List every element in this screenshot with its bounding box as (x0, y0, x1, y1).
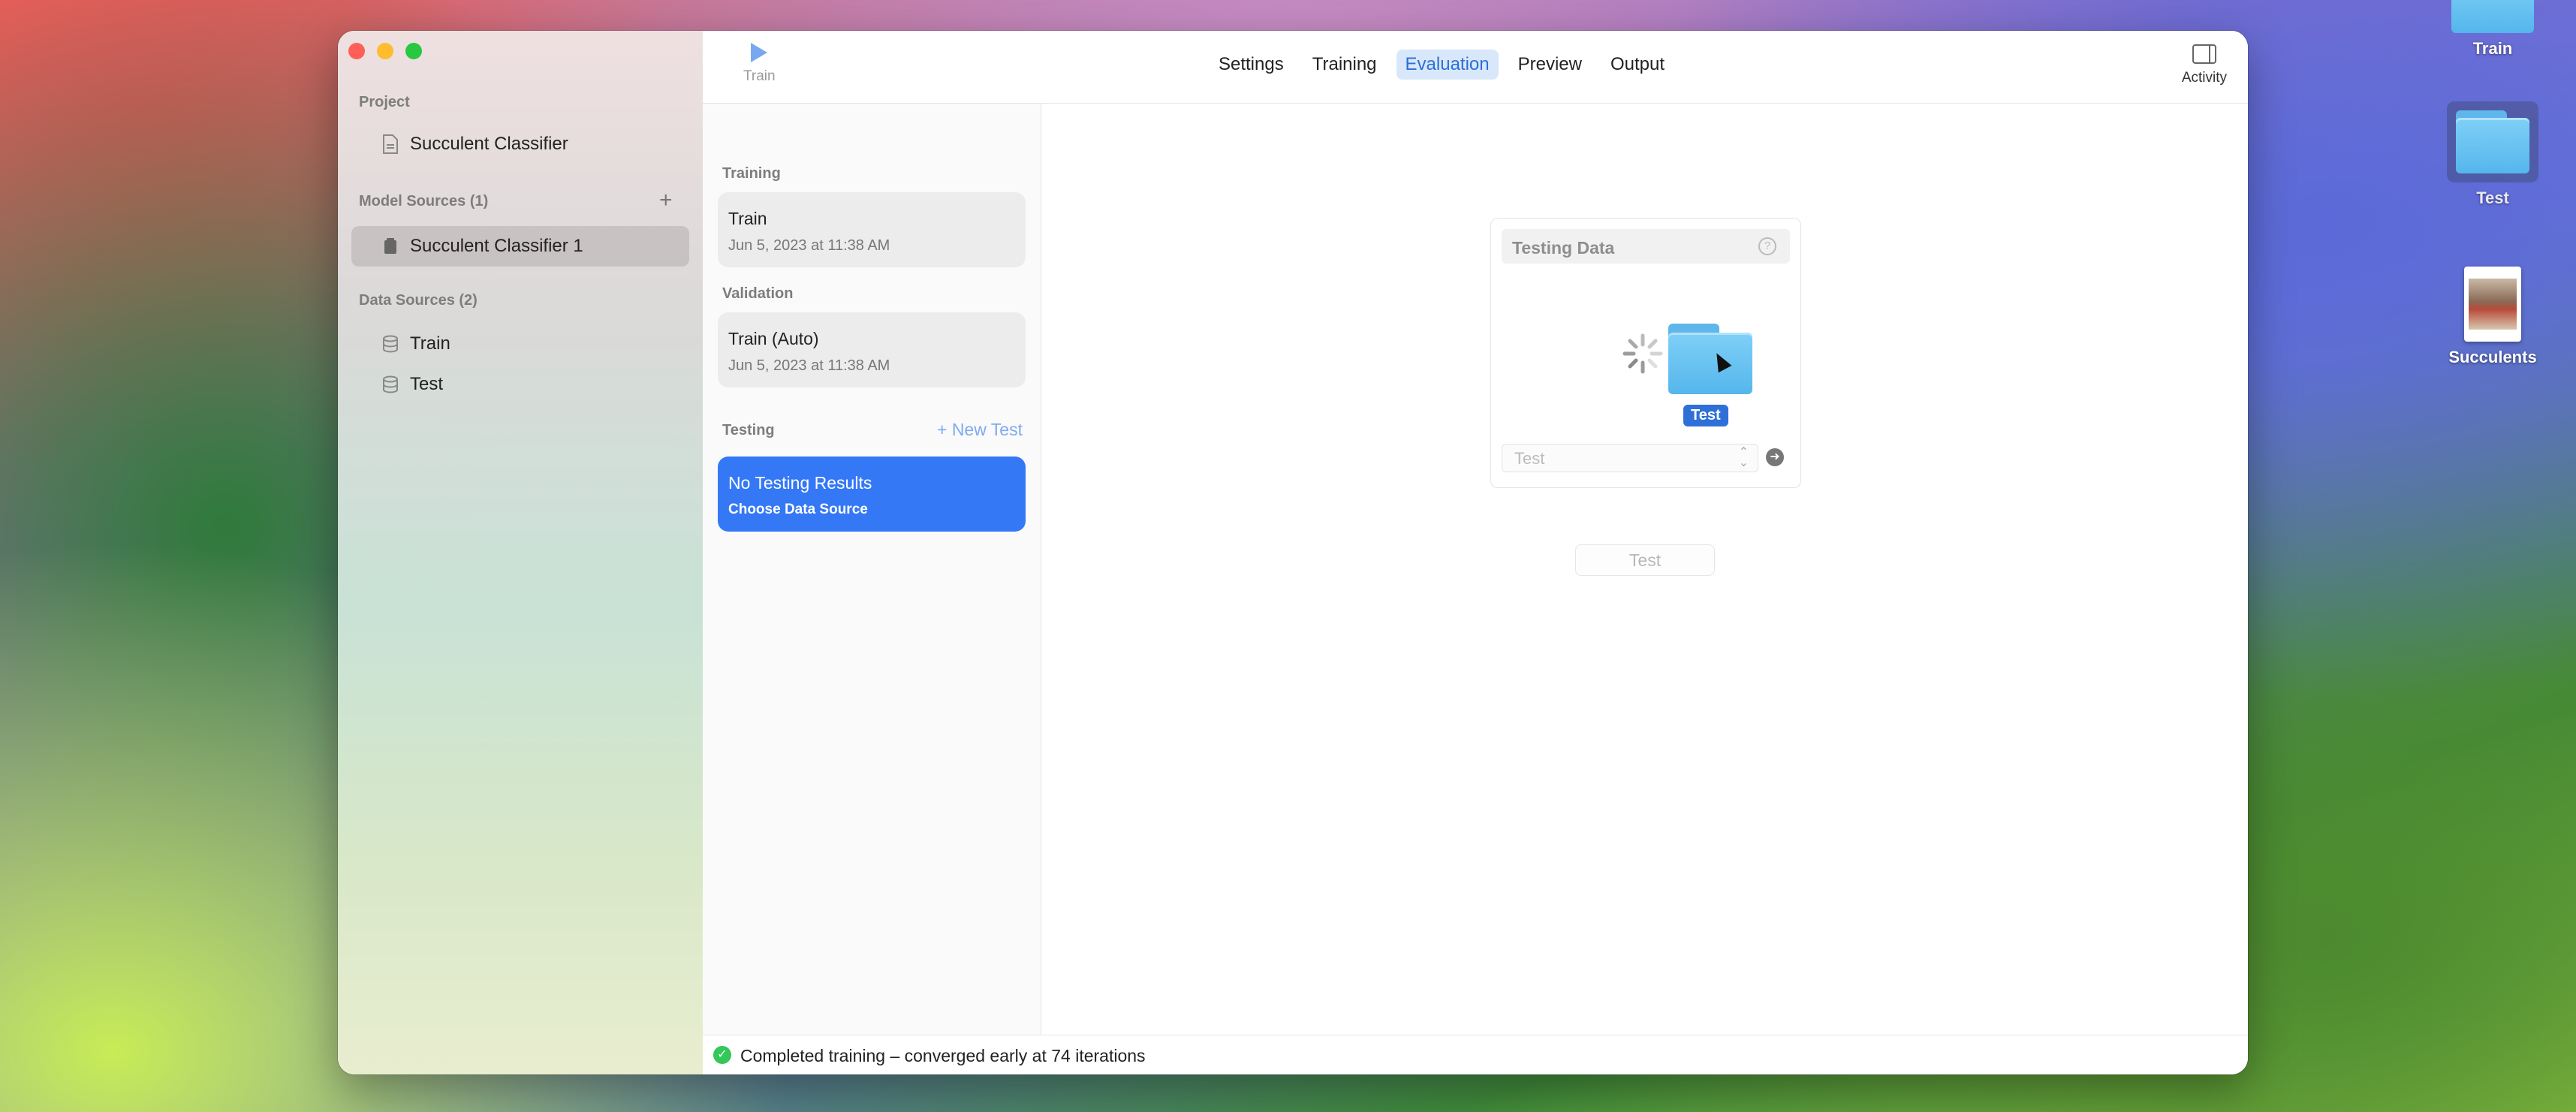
activity-button[interactable]: Activity (2182, 44, 2227, 86)
tab-training[interactable]: Training (1303, 50, 1386, 80)
new-test-button[interactable]: + New Test (937, 420, 1023, 440)
zoom-button[interactable] (405, 43, 422, 59)
tab-output[interactable]: Output (1601, 50, 1674, 80)
select-value: Test (1514, 449, 1545, 468)
sidebar-item-label: Test (410, 374, 444, 394)
folder-icon (2456, 110, 2529, 173)
card-title: Train (728, 209, 767, 228)
add-model-source-icon[interactable]: + (659, 188, 673, 213)
evaluation-pane: Testing Data ? Test Test ⌃ ⌄ ➜ Test (1041, 104, 2248, 1035)
activity-label: Activity (2181, 70, 2227, 86)
sidebar-item-label: Succulent Classifier (410, 134, 568, 154)
sidebar-toggle-icon (2192, 44, 2216, 64)
testing-data-panel: Testing Data ? Test Test ⌃ ⌄ ➜ (1490, 218, 1801, 488)
image-file-icon (2464, 267, 2521, 342)
model-icon (381, 236, 399, 257)
sidebar-item-label: Succulent Classifier 1 (410, 236, 583, 256)
document-icon (381, 134, 399, 155)
model-sources-header: Model Sources (1) (359, 193, 489, 209)
sidebar-item-label: Train (410, 333, 450, 354)
sidebar-item-model[interactable]: Succulent Classifier 1 (351, 226, 689, 267)
database-icon (381, 333, 399, 354)
help-icon[interactable]: ? (1758, 237, 1776, 255)
desktop-icon-test[interactable]: Test (2418, 101, 2568, 208)
window-controls (348, 43, 422, 59)
desktop-icon-succulents[interactable]: Succulents (2418, 267, 2568, 367)
card-subtitle: Choose Data Source (728, 502, 868, 517)
data-sources-header: Data Sources (2) (359, 292, 478, 309)
data-source-select[interactable]: Test ⌃ ⌄ (1502, 444, 1758, 472)
tab-preview[interactable]: Preview (1509, 50, 1591, 80)
status-text: Completed training – converged early at … (740, 1046, 1146, 1065)
validation-card[interactable]: Train (Auto) Jun 5, 2023 at 11:38 AM (718, 312, 1026, 387)
training-card[interactable]: Train Jun 5, 2023 at 11:38 AM (718, 192, 1026, 267)
checkmark-circle-icon: ✓ (713, 1046, 731, 1064)
arrow-right-circle-icon[interactable]: ➜ (1766, 448, 1784, 466)
panel-title: Testing Data (1512, 238, 1615, 258)
create-ml-window: Project Succulent Classifier Model Sourc… (338, 31, 2248, 1074)
tab-bar: Settings Training Evaluation Preview Out… (703, 50, 2248, 80)
close-button[interactable] (348, 43, 365, 59)
minimize-button[interactable] (377, 43, 393, 59)
desktop-icon-label: Succulents (2448, 348, 2537, 366)
card-date: Jun 5, 2023 at 11:38 AM (728, 237, 890, 254)
dragged-folder-label: Test (1683, 405, 1728, 426)
chevron-updown-icon: ⌃ ⌄ (1738, 446, 1749, 469)
results-list: Training Train Jun 5, 2023 at 11:38 AM V… (703, 104, 1041, 1035)
desktop-icon-label: Test (2476, 188, 2509, 207)
dragged-folder-icon[interactable] (1668, 324, 1752, 394)
desktop-icon-label: Train (2472, 39, 2513, 58)
toolbar: Train Settings Training Evaluation Previ… (703, 31, 2248, 104)
sidebar-item-train[interactable]: Train (351, 324, 689, 364)
tab-evaluation[interactable]: Evaluation (1396, 50, 1499, 80)
loading-spinner-icon (1622, 333, 1663, 374)
sidebar-item-test[interactable]: Test (351, 364, 689, 405)
tab-settings[interactable]: Settings (1210, 50, 1293, 80)
desktop-icon-train[interactable]: Train (2418, 0, 2568, 59)
folder-icon (2451, 0, 2534, 33)
sidebar-item-project[interactable]: Succulent Classifier (351, 124, 689, 164)
database-icon (381, 374, 399, 395)
testing-card[interactable]: No Testing Results Choose Data Source (718, 457, 1026, 532)
training-header: Training (722, 165, 781, 182)
status-bar: ✓ Completed training – converged early a… (703, 1035, 2248, 1074)
panel-header: Testing Data ? (1502, 229, 1790, 264)
test-button[interactable]: Test (1575, 544, 1715, 576)
testing-header: Testing (722, 422, 775, 438)
card-title: No Testing Results (728, 473, 872, 493)
sidebar: Project Succulent Classifier Model Sourc… (338, 31, 704, 1074)
validation-header: Validation (722, 285, 794, 302)
project-header: Project (359, 94, 410, 110)
card-date: Jun 5, 2023 at 11:38 AM (728, 357, 890, 374)
card-title: Train (Auto) (728, 329, 819, 348)
